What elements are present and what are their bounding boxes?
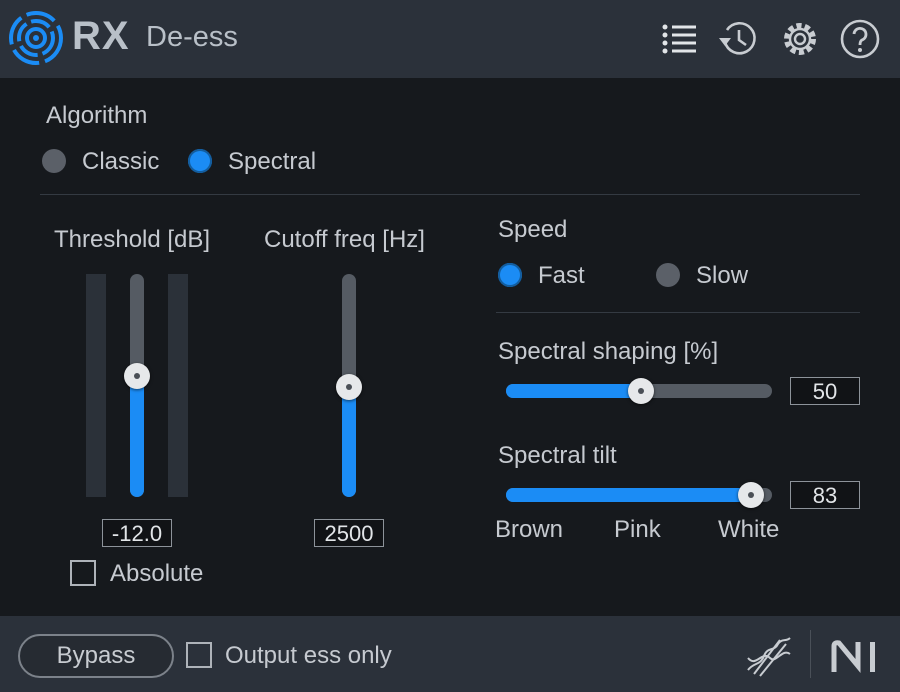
main-panel: Algorithm Classic Spectral Threshold [dB… bbox=[0, 78, 900, 616]
absolute-checkbox[interactable] bbox=[70, 560, 96, 586]
fast-radio[interactable] bbox=[498, 263, 522, 287]
slow-label[interactable]: Slow bbox=[696, 262, 748, 290]
help-icon[interactable] bbox=[839, 18, 881, 60]
input-meter-left bbox=[86, 274, 106, 497]
footer-bar: Bypass Output ess only bbox=[0, 616, 900, 692]
title-bar: RX De-ess bbox=[0, 0, 900, 78]
spectral-label[interactable]: Spectral bbox=[228, 148, 316, 176]
izotope-logo-icon bbox=[747, 637, 791, 677]
threshold-slider-knob[interactable] bbox=[124, 363, 150, 389]
cutoff-value-field[interactable]: 2500 bbox=[314, 519, 384, 547]
native-instruments-logo-icon bbox=[831, 640, 875, 673]
algorithm-divider bbox=[40, 194, 860, 195]
presets-list-icon[interactable] bbox=[658, 18, 700, 60]
classic-radio[interactable] bbox=[42, 149, 66, 173]
output-ess-only-checkbox[interactable] bbox=[186, 642, 212, 668]
rx-logo-icon bbox=[9, 11, 63, 65]
brand-name: RX bbox=[72, 14, 130, 58]
spectral-shaping-fill bbox=[506, 384, 640, 398]
input-meter-right bbox=[168, 274, 188, 497]
cutoff-label: Cutoff freq [Hz] bbox=[264, 226, 425, 253]
fast-label[interactable]: Fast bbox=[538, 262, 585, 290]
settings-gear-icon[interactable] bbox=[779, 18, 821, 60]
history-icon[interactable] bbox=[717, 18, 759, 60]
plugin-title: De-ess bbox=[146, 21, 238, 53]
speed-divider bbox=[496, 312, 860, 313]
threshold-value-field[interactable]: -12.0 bbox=[102, 519, 172, 547]
tilt-tick-brown: Brown bbox=[495, 516, 564, 543]
spectral-tilt-fill bbox=[506, 488, 750, 502]
threshold-slider-fill bbox=[130, 376, 144, 497]
spectral-tilt-label: Spectral tilt bbox=[498, 442, 617, 469]
spectral-shaping-value-field[interactable]: 50 bbox=[790, 377, 860, 405]
spectral-shaping-label: Spectral shaping [%] bbox=[498, 338, 719, 365]
tilt-tick-white: White bbox=[718, 516, 780, 543]
absolute-label[interactable]: Absolute bbox=[110, 560, 203, 588]
spectral-shaping-knob[interactable] bbox=[628, 378, 654, 404]
classic-label[interactable]: Classic bbox=[82, 148, 159, 176]
spectral-tilt-value-field[interactable]: 83 bbox=[790, 481, 860, 509]
spectral-tilt-knob[interactable] bbox=[738, 482, 764, 508]
bypass-button[interactable]: Bypass bbox=[18, 634, 174, 678]
threshold-label: Threshold [dB] bbox=[54, 226, 211, 253]
speed-label: Speed bbox=[498, 216, 568, 243]
output-ess-only-label[interactable]: Output ess only bbox=[225, 642, 392, 670]
cutoff-slider-fill bbox=[342, 387, 356, 497]
tilt-tick-pink: Pink bbox=[614, 516, 661, 543]
cutoff-slider-knob[interactable] bbox=[336, 374, 362, 400]
slow-radio[interactable] bbox=[656, 263, 680, 287]
spectral-radio[interactable] bbox=[188, 149, 212, 173]
algorithm-label: Algorithm bbox=[46, 102, 148, 129]
footer-logo-divider bbox=[810, 630, 811, 678]
